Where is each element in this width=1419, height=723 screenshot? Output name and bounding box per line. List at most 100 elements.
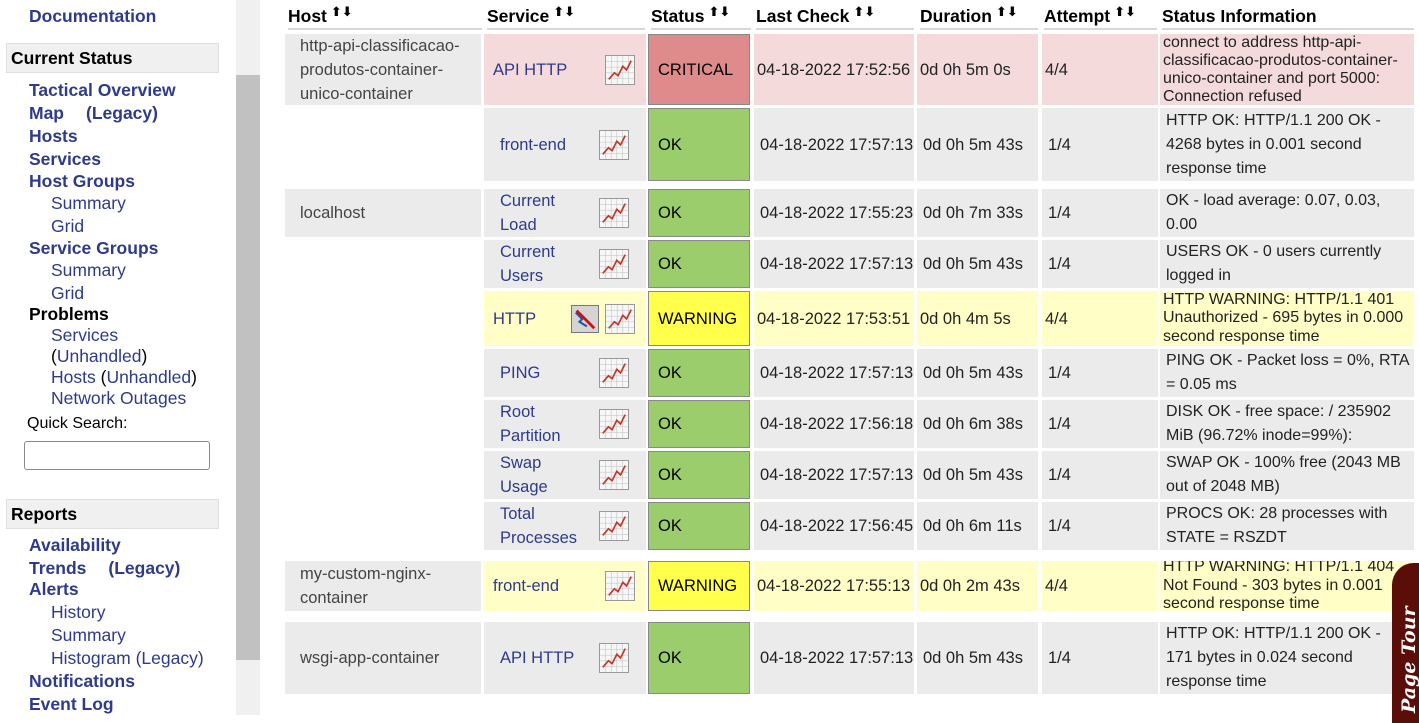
- nav-event-log[interactable]: Event Log: [29, 693, 114, 715]
- quick-search-label: Quick Search:: [27, 415, 128, 432]
- status-badge: OK: [648, 502, 750, 550]
- service-link[interactable]: Current Users: [500, 240, 585, 288]
- host-cell[interactable]: localhost: [285, 189, 481, 237]
- nav-trends-legacy[interactable]: (Legacy): [108, 558, 180, 578]
- nav-documentation[interactable]: Documentation: [29, 6, 156, 27]
- flapping-disabled-icon[interactable]: [571, 305, 599, 333]
- status-information-cell: HTTP WARNING: HTTP/1.1 404 Not Found - 3…: [1160, 561, 1414, 611]
- last-check-cell: 04-18-2022 17:57:13: [754, 451, 914, 499]
- sort-arrows-icon[interactable]: ⬆⬇: [553, 2, 575, 22]
- duration-cell: 0d 0h 5m 43s: [917, 108, 1038, 181]
- service-link[interactable]: API HTTP: [500, 646, 585, 670]
- nav-map-legacy[interactable]: (Legacy): [86, 103, 158, 123]
- attempt-cell: 4/4: [1042, 34, 1158, 105]
- attempt-cell: 1/4: [1042, 189, 1158, 237]
- nav-alerts-history[interactable]: History: [51, 601, 105, 623]
- nav-service-groups-summary[interactable]: Summary: [51, 259, 126, 281]
- graph-icon[interactable]: [605, 571, 635, 601]
- graph-icon[interactable]: [599, 130, 629, 160]
- duration-cell: 0d 0h 5m 43s: [917, 349, 1038, 397]
- nav-problems-hosts-unhandled[interactable]: Unhandled: [106, 367, 191, 387]
- sort-arrows-icon[interactable]: ⬆⬇: [996, 2, 1018, 22]
- nav-problems-services[interactable]: Services: [51, 324, 118, 346]
- section-header-current-status: Current Status: [6, 43, 219, 73]
- nav-service-groups-grid[interactable]: Grid: [51, 282, 84, 304]
- last-check-cell: 04-18-2022 17:55:13: [754, 561, 914, 611]
- quick-search-input[interactable]: [24, 441, 210, 470]
- graph-icon[interactable]: [599, 511, 629, 541]
- column-header-host[interactable]: Host ⬆⬇: [288, 2, 482, 30]
- service-link[interactable]: front-end: [493, 574, 578, 598]
- nav-problems: Problems: [29, 303, 109, 325]
- nav-notifications[interactable]: Notifications: [29, 670, 135, 692]
- nav-alerts[interactable]: Alerts: [29, 578, 79, 600]
- duration-cell: 0d 0h 6m 38s: [917, 400, 1038, 448]
- status-badge: OK: [648, 189, 750, 237]
- page-tour-tab[interactable]: Page Tour: [1392, 563, 1419, 723]
- nav-problems-services-unhandled[interactable]: Unhandled: [57, 346, 142, 366]
- graph-icon[interactable]: [599, 460, 629, 490]
- sidebar: Documentation Current Status Tactical Ov…: [0, 0, 236, 715]
- status-badge: OK: [648, 622, 750, 694]
- service-link[interactable]: PING: [500, 361, 585, 385]
- status-information-cell: USERS OK - 0 users currently logged in: [1160, 240, 1414, 288]
- duration-cell: 0d 0h 5m 0s: [917, 34, 1038, 105]
- status-badge: CRITICAL: [648, 34, 750, 105]
- service-link[interactable]: HTTP: [493, 307, 578, 331]
- service-link[interactable]: Total Processes: [500, 502, 585, 550]
- service-link[interactable]: front-end: [500, 133, 585, 157]
- graph-icon[interactable]: [599, 409, 629, 439]
- graph-icon[interactable]: [599, 198, 629, 228]
- attempt-cell: 1/4: [1042, 349, 1158, 397]
- host-cell[interactable]: my-custom-nginx-container: [285, 561, 481, 611]
- graph-icon[interactable]: [599, 249, 629, 279]
- column-header-status[interactable]: Status ⬆⬇: [651, 2, 751, 30]
- nav-problems-label: Problems: [29, 304, 109, 324]
- column-header-duration[interactable]: Duration ⬆⬇: [920, 2, 1038, 30]
- nav-map[interactable]: Map: [29, 103, 64, 123]
- column-header-status-information: Status Information: [1162, 2, 1414, 30]
- sidebar-scrollbar[interactable]: [236, 0, 260, 715]
- host-cell[interactable]: wsgi-app-container: [285, 622, 481, 694]
- graph-icon[interactable]: [605, 304, 635, 334]
- sort-arrows-icon[interactable]: ⬆⬇: [853, 2, 875, 22]
- status-information-cell: SWAP OK - 100% free (2043 MB out of 2048…: [1160, 451, 1414, 499]
- service-link[interactable]: Swap Usage: [500, 451, 585, 499]
- status-badge: OK: [648, 108, 750, 181]
- column-header-service[interactable]: Service ⬆⬇: [487, 2, 645, 30]
- graph-icon[interactable]: [605, 55, 635, 85]
- nav-problems-hosts[interactable]: Hosts: [51, 367, 96, 387]
- nav-network-outages[interactable]: Network Outages: [51, 387, 186, 409]
- nav-host-groups-grid[interactable]: Grid: [51, 215, 84, 237]
- nav-trends[interactable]: Trends: [29, 558, 86, 578]
- nav-host-groups-summary[interactable]: Summary: [51, 192, 126, 214]
- last-check-cell: 04-18-2022 17:52:56: [754, 34, 914, 105]
- service-link[interactable]: Root Partition: [500, 400, 585, 448]
- nav-hosts[interactable]: Hosts: [29, 125, 78, 147]
- nav-alerts-histogram[interactable]: Histogram (Legacy): [51, 647, 204, 669]
- sort-arrows-icon[interactable]: ⬆⬇: [1114, 2, 1136, 22]
- nav-service-groups[interactable]: Service Groups: [29, 237, 158, 259]
- sort-arrows-icon[interactable]: ⬆⬇: [708, 2, 730, 22]
- column-header-last-check[interactable]: Last Check ⬆⬇: [756, 2, 914, 30]
- sort-arrows-icon[interactable]: ⬆⬇: [331, 2, 353, 22]
- service-link[interactable]: API HTTP: [493, 58, 578, 82]
- duration-cell: 0d 0h 4m 5s: [917, 291, 1038, 346]
- attempt-cell: 1/4: [1042, 108, 1158, 181]
- host-cell[interactable]: http-api-classificacao-produtos-containe…: [285, 34, 481, 105]
- nav-tactical-overview[interactable]: Tactical Overview: [29, 79, 176, 101]
- nav-host-groups[interactable]: Host Groups: [29, 170, 135, 192]
- service-link[interactable]: Current Load: [500, 189, 585, 237]
- nav-services[interactable]: Services: [29, 148, 101, 170]
- sidebar-scrollbar-thumb[interactable]: [236, 75, 260, 660]
- status-badge: OK: [648, 349, 750, 397]
- graph-icon[interactable]: [599, 358, 629, 388]
- duration-cell: 0d 0h 6m 11s: [917, 502, 1038, 550]
- last-check-cell: 04-18-2022 17:57:13: [754, 108, 914, 181]
- nav-availability[interactable]: Availability: [29, 534, 121, 556]
- column-header-attempt[interactable]: Attempt ⬆⬇: [1044, 2, 1157, 30]
- graph-icon[interactable]: [599, 643, 629, 673]
- nav-problems-hosts-row: Hosts (Unhandled): [51, 367, 197, 387]
- nav-alerts-summary[interactable]: Summary: [51, 624, 126, 646]
- nav-map-row: Map (Legacy): [29, 102, 158, 124]
